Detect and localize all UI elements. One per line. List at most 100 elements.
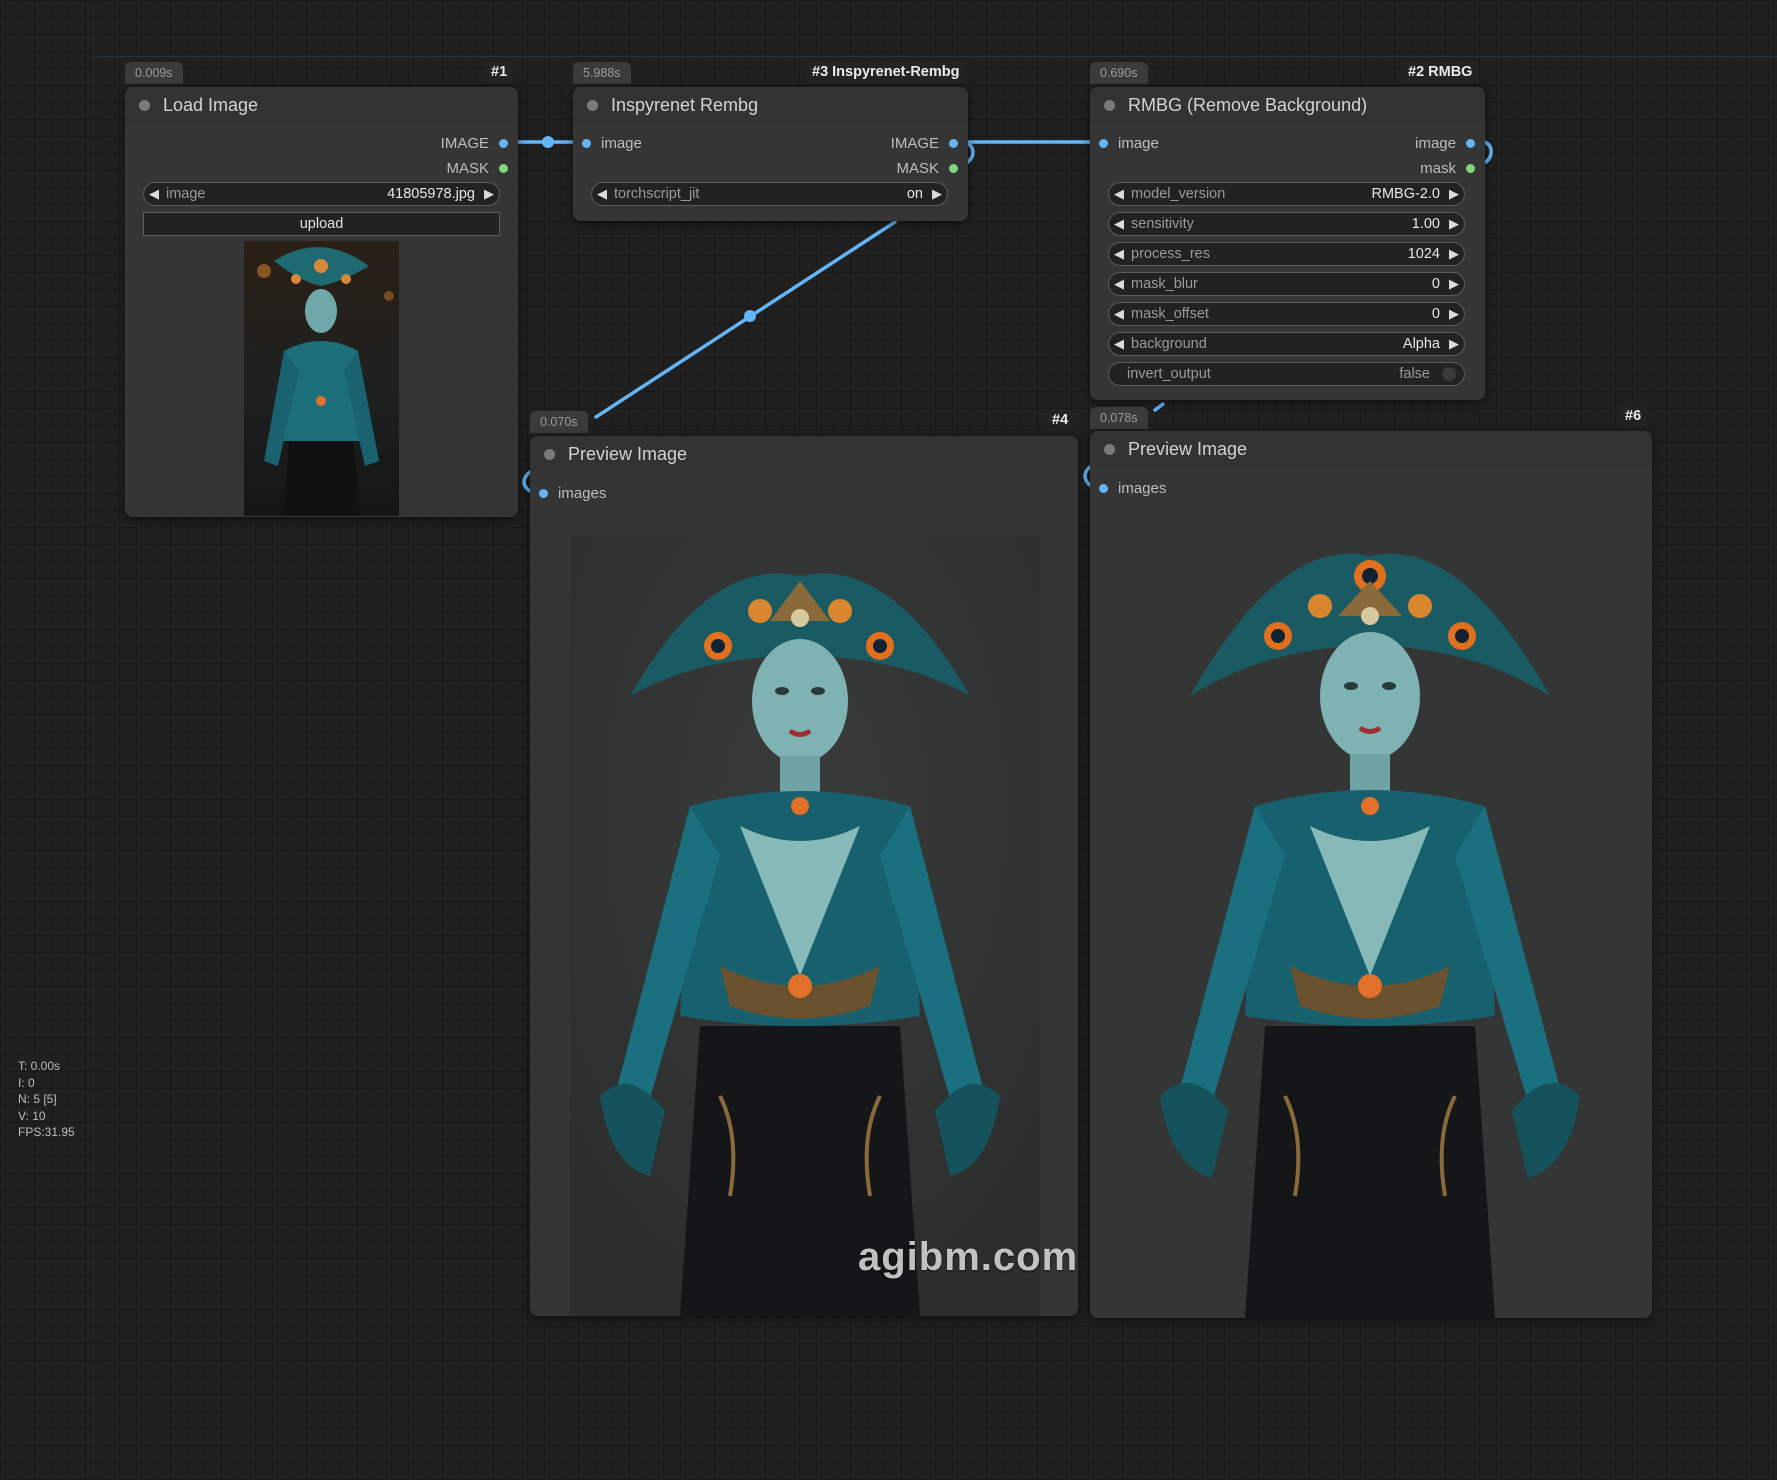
arrow-left-icon[interactable]: ◀ (1109, 336, 1129, 352)
slot-label: IMAGE (440, 134, 489, 152)
node-title: Inspyrenet Rembg (611, 94, 759, 115)
widget-value: 1.00 (1411, 216, 1440, 232)
link-rmbg-stub (1483, 140, 1493, 164)
toggle-knob-icon[interactable] (1442, 367, 1456, 381)
node-preview-image-6[interactable]: Preview Image images (1090, 431, 1652, 1318)
slot-dot-icon[interactable] (1466, 138, 1475, 148)
arrow-right-icon[interactable]: ▶ (479, 186, 499, 202)
widget-label: invert_output (1127, 366, 1211, 382)
slot-dot-icon[interactable] (499, 138, 508, 148)
arrow-right-icon[interactable]: ▶ (1444, 276, 1464, 292)
render-stats: T: 0.00s I: 0 N: 5 [5] V: 10 FPS:31.95 (18, 1058, 75, 1141)
output-slot-mask[interactable]: MASK (896, 159, 958, 177)
widget-value: RMBG-2.0 (1371, 186, 1441, 202)
invert-output-toggle[interactable]: invert_output false (1108, 362, 1465, 386)
link-inspyrenet-to-preview4 (594, 220, 897, 419)
node-time-tab: 5.988s (573, 62, 631, 84)
mask-offset-number[interactable]: ◀ mask_offset 0 ▶ (1108, 302, 1465, 326)
node-time-tab: 0.078s (1090, 407, 1148, 429)
arrow-left-icon[interactable]: ◀ (1109, 276, 1129, 292)
node-rmbg[interactable]: RMBG (Remove Background) image image mas… (1090, 87, 1485, 400)
node-inspyrenet-rembg[interactable]: Inspyrenet Rembg image IMAGE MASK ◀ torc… (573, 87, 968, 221)
widget-value: 0 (1431, 306, 1440, 322)
node-id-badge: #1 (485, 61, 514, 83)
node-id-badge: #4 (1046, 409, 1075, 431)
link-midpoint-dot (542, 136, 554, 148)
collapse-dot-icon[interactable] (587, 99, 598, 111)
background-combo[interactable]: ◀ background Alpha ▶ (1108, 332, 1465, 356)
arrow-left-icon[interactable]: ◀ (1109, 246, 1129, 262)
arrow-right-icon[interactable]: ▶ (1444, 216, 1464, 232)
node-time-tab: 0.070s (530, 411, 588, 433)
preview-image-output (1130, 516, 1620, 1318)
output-slot-mask[interactable]: mask (1420, 159, 1475, 177)
slot-dot-icon[interactable] (539, 488, 548, 498)
widget-value: on (906, 186, 923, 202)
link-rmbg-to-preview6 (1153, 402, 1165, 412)
widget-value: false (1399, 366, 1430, 382)
slot-dot-icon[interactable] (499, 163, 508, 173)
arrow-right-icon[interactable]: ▶ (1444, 186, 1464, 202)
node-header[interactable]: Preview Image (1090, 431, 1652, 467)
slot-label: image (1118, 134, 1159, 152)
input-slot-image[interactable]: image (1099, 134, 1159, 152)
stat-i: I: 0 (18, 1075, 35, 1090)
node-title: RMBG (Remove Background) (1128, 94, 1368, 115)
torchscript-jit-combo[interactable]: ◀ torchscript_jit on ▶ (591, 182, 948, 206)
canvas-guide-vertical (93, 0, 94, 1480)
widget-label: torchscript_jit (614, 186, 700, 202)
node-title: Preview Image (1128, 438, 1248, 459)
watermark-text: agibm.com (858, 1235, 1079, 1279)
sensitivity-number[interactable]: ◀ sensitivity 1.00 ▶ (1108, 212, 1465, 236)
collapse-dot-icon[interactable] (1104, 99, 1115, 111)
arrow-left-icon[interactable]: ◀ (1109, 306, 1129, 322)
collapse-dot-icon[interactable] (1104, 443, 1115, 455)
node-title: Preview Image (568, 443, 688, 464)
slot-dot-icon[interactable] (582, 138, 591, 148)
arrow-left-icon[interactable]: ◀ (1109, 216, 1129, 232)
arrow-right-icon[interactable]: ▶ (1444, 306, 1464, 322)
mask-blur-number[interactable]: ◀ mask_blur 0 ▶ (1108, 272, 1465, 296)
image-combo-widget[interactable]: ◀ image 41805978.jpg ▶ (143, 182, 500, 206)
slot-dot-icon[interactable] (1466, 163, 1475, 173)
collapse-dot-icon[interactable] (139, 99, 150, 111)
slot-dot-icon[interactable] (949, 138, 958, 148)
slot-dot-icon[interactable] (1099, 138, 1108, 148)
node-time-tab: 0.690s (1090, 62, 1148, 84)
widget-value: 1024 (1407, 246, 1440, 262)
node-header[interactable]: Inspyrenet Rembg (573, 87, 968, 123)
node-preview-image-4[interactable]: Preview Image images (530, 436, 1078, 1316)
slot-dot-icon[interactable] (1099, 483, 1108, 493)
output-slot-mask[interactable]: MASK (446, 159, 508, 177)
collapse-dot-icon[interactable] (544, 448, 555, 460)
slot-dot-icon[interactable] (949, 163, 958, 173)
node-header[interactable]: RMBG (Remove Background) (1090, 87, 1485, 123)
preview-figure (570, 536, 1040, 1316)
load-image-thumbnail (244, 241, 399, 516)
output-slot-image[interactable]: IMAGE (891, 134, 958, 152)
slot-label: images (558, 484, 607, 502)
process-res-number[interactable]: ◀ process_res 1024 ▶ (1108, 242, 1465, 266)
model-version-combo[interactable]: ◀ model_version RMBG-2.0 ▶ (1108, 182, 1465, 206)
upload-button[interactable]: upload (143, 212, 500, 236)
arrow-right-icon[interactable]: ▶ (1444, 336, 1464, 352)
node-id-badge: #2 RMBG (1402, 61, 1479, 83)
input-slot-images[interactable]: images (1099, 479, 1166, 497)
node-header[interactable]: Preview Image (530, 436, 1078, 472)
node-id-badge: #6 (1619, 405, 1648, 427)
slot-label: MASK (896, 159, 939, 177)
arrow-right-icon[interactable]: ▶ (927, 186, 947, 202)
node-header[interactable]: Load Image (125, 87, 518, 123)
output-slot-image[interactable]: IMAGE (441, 134, 508, 152)
arrow-left-icon[interactable]: ◀ (1109, 186, 1129, 202)
stat-time: T: 0.00s (18, 1059, 61, 1073)
input-slot-image[interactable]: image (582, 134, 642, 152)
arrow-left-icon[interactable]: ◀ (592, 186, 612, 202)
output-slot-image[interactable]: image (1415, 134, 1475, 152)
arrow-left-icon[interactable]: ◀ (144, 186, 164, 202)
widget-value: 41805978.jpg (387, 186, 475, 202)
arrow-right-icon[interactable]: ▶ (1444, 246, 1464, 262)
input-slot-images[interactable]: images (539, 484, 606, 502)
node-time-tab: 0.009s (125, 62, 183, 84)
preview-figure (1130, 516, 1620, 1318)
